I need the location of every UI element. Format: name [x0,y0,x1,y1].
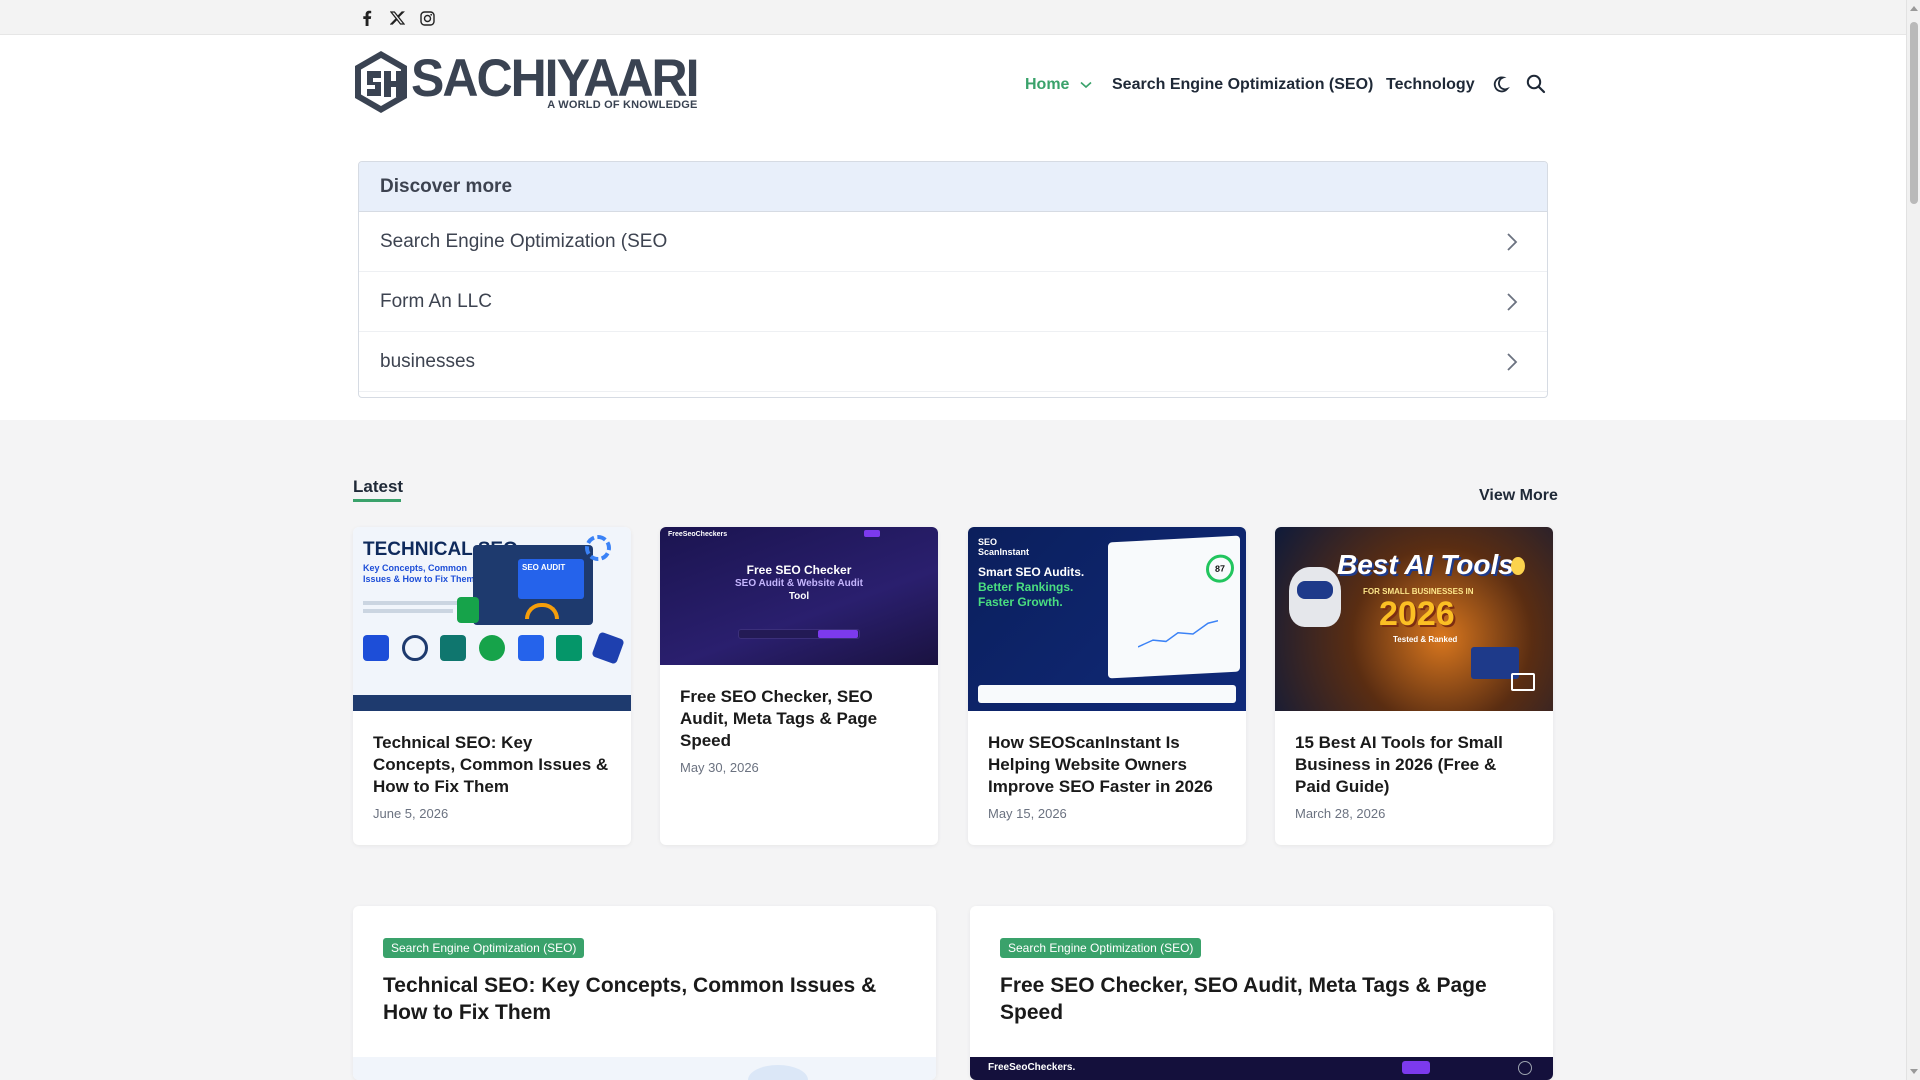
discover-item-label: Form An LLC [380,290,492,312]
post-thumbnail[interactable]: TECHNICAL SEO Key Concepts, Common Issue… [353,527,631,711]
latest-heading: Latest [353,477,404,496]
featured-post-card[interactable]: Search Engine Optimization (SEO) Free SE… [970,906,1553,1080]
featured-post-title[interactable]: Free SEO Checker, SEO Audit, Meta Tags &… [1000,972,1530,1026]
thumb-feature-row [363,631,625,685]
thumb-year: 2026 [1379,595,1455,633]
chevron-right-icon [1507,293,1518,311]
scroll-up-arrow[interactable] [1910,6,1918,11]
chevron-right-icon [1507,353,1518,371]
thumb-heading: Best AI Tools [1337,549,1514,580]
post-title[interactable]: Technical SEO: Key Concepts, Common Issu… [353,732,631,798]
category-badge[interactable]: Search Engine Optimization (SEO) [1000,938,1202,958]
thumb-line [363,609,453,613]
featured-post-thumbnail[interactable] [353,1057,936,1080]
nav-item-seo[interactable]: Search Engine Optimization (SEO) [1112,76,1373,94]
post-card[interactable]: TECHNICAL SEO Key Concepts, Common Issue… [353,527,631,845]
post-card[interactable]: FreeSeoCheckers Free SEO Checker SEO Aud… [660,527,938,845]
thumb-search-button [818,630,858,638]
post-date: May 15, 2026 [988,806,1067,821]
post-thumbnail[interactable]: SEO ScanInstant Smart SEO Audits. Better… [968,527,1246,711]
x-icon[interactable] [388,9,406,27]
gear-icon [585,535,611,561]
thumb-signup-pill [1402,1061,1430,1074]
nav-item-home[interactable]: Home [1025,76,1092,94]
thumb-line [363,601,463,605]
featured-post-title[interactable]: Technical SEO: Key Concepts, Common Issu… [383,972,913,1026]
thumb-dashboard: 87 [1108,535,1240,679]
dark-mode-toggle-icon[interactable] [1489,73,1511,95]
cart-icon [1511,673,1535,691]
social-links [358,9,436,27]
latest-underline [353,499,401,502]
chevron-right-icon [1507,233,1518,251]
category-badge[interactable]: Search Engine Optimization (SEO) [383,938,585,958]
view-more-link[interactable]: View More [1479,487,1558,505]
thumb-subheading: SEO Audit & Website Audit [735,578,863,589]
facebook-icon[interactable] [358,9,376,27]
lock-icon [457,597,479,623]
thumb-signup-pill [864,530,880,537]
post-title[interactable]: 15 Best AI Tools for Small Business in 2… [1275,732,1553,798]
thumb-chart-line [1138,619,1218,648]
post-date: March 28, 2026 [1295,806,1386,821]
post-thumbnail[interactable]: FreeSeoCheckers Free SEO Checker SEO Aud… [660,527,938,665]
robot-icon [1289,567,1341,627]
social-bar [0,0,1906,35]
post-title[interactable]: How SEOScanInstant Is Helping Website Ow… [968,732,1246,798]
nav-home-label: Home [1025,76,1070,93]
thumb-laptop: SEO AUDIT [473,545,593,625]
discover-more-title: Discover more [359,162,1547,212]
thumb-tag: Tested & Ranked [1393,635,1458,644]
post-card[interactable]: SEO ScanInstant Smart SEO Audits. Better… [968,527,1246,845]
site-header: SACHIYAARI A WORLD OF KNOWLEDGE Home Sea… [0,35,1906,420]
post-date: June 5, 2026 [373,806,449,821]
scroll-down-arrow[interactable] [1910,1069,1918,1074]
discover-item-label: Search Engine Optimization (SEO [380,230,668,252]
nav-item-technology[interactable]: Technology [1386,76,1475,94]
thumb-brand: FreeSeoCheckers. [988,1062,1076,1073]
thumb-theme-toggle [1518,1061,1532,1075]
thumb-brand: SEO ScanInstant [978,537,1030,557]
thumb-gauge [525,603,559,619]
thumb-tail: Tool [788,591,810,602]
post-date: May 30, 2026 [680,760,759,775]
thumb-heading: Free SEO Checker [746,563,852,577]
thumb-shape [748,1065,808,1080]
thumb-footer-bar [353,695,631,711]
post-card[interactable]: Best AI Tools FOR SMALL BUSINESSES IN 20… [1275,527,1553,845]
page-scrollbar[interactable] [1906,0,1920,1080]
thumb-brand: FreeSeoCheckers [668,531,728,538]
discover-item-seo[interactable]: Search Engine Optimization (SEO [359,212,1547,272]
post-title[interactable]: Free SEO Checker, SEO Audit, Meta Tags &… [660,686,938,752]
thumb-line2: Better Rankings. [978,580,1074,594]
featured-post-thumbnail[interactable]: FreeSeoCheckers. [970,1057,1553,1080]
discover-item-businesses[interactable]: businesses [359,332,1547,392]
thumb-line1: Smart SEO Audits. [978,565,1085,579]
discover-item-label: businesses [380,350,476,372]
main-nav: Home Search Engine Optimization (SEO) Te… [0,71,1906,101]
discover-more-box: Discover more Search Engine Optimization… [358,161,1548,398]
chevron-down-icon [1080,81,1092,88]
search-icon[interactable] [1525,73,1547,95]
instagram-icon[interactable] [418,9,436,27]
thumb-score: 87 [1206,553,1234,584]
thumb-audit-badge: SEO AUDIT [518,559,584,599]
thumb-feature-strip [978,685,1236,703]
scrollbar-thumb[interactable] [1910,22,1918,204]
lightbulb-icon [1511,557,1525,575]
featured-post-card[interactable]: Search Engine Optimization (SEO) Technic… [353,906,936,1080]
discover-item-llc[interactable]: Form An LLC [359,272,1547,332]
post-thumbnail[interactable]: Best AI Tools FOR SMALL BUSINESSES IN 20… [1275,527,1553,711]
thumb-subheading: Key Concepts, Common Issues & How to Fix… [363,563,475,584]
thumb-line3: Faster Growth. [978,595,1063,609]
